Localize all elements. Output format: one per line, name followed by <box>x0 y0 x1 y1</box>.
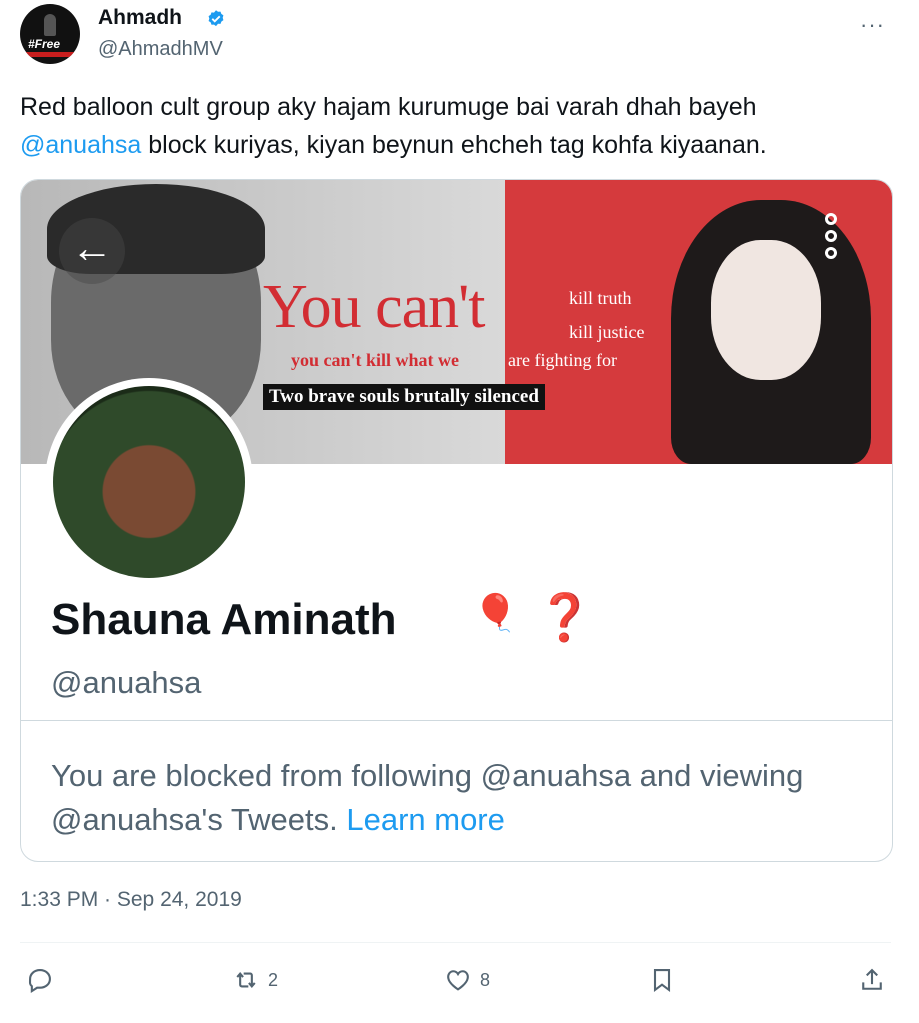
tweet-text-after: block kuriyas, kiyan beynun ehcheh tag k… <box>148 131 767 159</box>
tweet-text: Red balloon cult group aky hajam kurumug… <box>20 88 890 164</box>
tweet-text-before: Red balloon cult group aky hajam kurumug… <box>20 93 757 121</box>
banner-line1: kill truth <box>569 288 632 308</box>
author-handle[interactable]: @AhmadhMV <box>98 38 223 61</box>
author-avatar[interactable]: #Free <box>20 4 80 64</box>
banner-line2: kill justice <box>569 322 645 342</box>
verified-badge-icon <box>208 10 224 27</box>
retweet-button[interactable]: 2 <box>232 966 278 994</box>
tweet-timestamp[interactable]: 1:33 PM · Sep 24, 2019 <box>20 888 242 912</box>
avatar-bar <box>26 52 74 57</box>
like-button[interactable]: 8 <box>444 966 490 994</box>
profile-avatar <box>45 378 253 586</box>
back-arrow-icon[interactable]: ← <box>59 218 125 284</box>
profile-avatar-photo <box>53 386 245 578</box>
banner-line3b: are fighting for <box>508 350 617 370</box>
reply-button[interactable] <box>26 966 62 994</box>
blocked-message: You are blocked from following @anuahsa … <box>51 754 851 842</box>
question-mark-emoji-icon: ❓ <box>536 591 594 643</box>
more-options-icon[interactable]: ··· <box>860 12 885 38</box>
banner-headline: You can't <box>263 273 486 341</box>
share-button[interactable] <box>858 966 886 994</box>
actions-divider <box>20 942 891 943</box>
profile-name: Shauna Aminath <box>51 595 397 644</box>
avatar-figure <box>44 14 56 36</box>
media-card[interactable]: You can't kill truth kill justice you ca… <box>20 179 893 862</box>
bookmark-button[interactable] <box>648 966 676 994</box>
learn-more-link: Learn more <box>346 802 505 837</box>
like-count: 8 <box>480 969 491 990</box>
retweet-count: 2 <box>268 969 279 990</box>
vertical-dots-icon[interactable] <box>809 208 853 272</box>
mention-link[interactable]: @anuahsa <box>20 131 141 159</box>
banner-line3a: you can't kill what we <box>291 350 460 370</box>
card-divider <box>21 720 892 721</box>
heart-icon <box>447 970 469 991</box>
bookmark-icon <box>653 969 671 993</box>
share-icon <box>862 968 882 990</box>
author-name[interactable]: Ahmadh <box>98 6 182 30</box>
avatar-text: #Free <box>28 37 61 51</box>
retweet-icon <box>236 971 256 989</box>
banner-black-strip: Two brave souls brutally silenced <box>263 384 545 410</box>
profile-handle: @anuahsa <box>51 665 202 700</box>
banner-skin-right <box>711 240 821 380</box>
reply-icon <box>28 969 51 994</box>
balloon-emoji-icon: 🎈 <box>473 592 518 633</box>
